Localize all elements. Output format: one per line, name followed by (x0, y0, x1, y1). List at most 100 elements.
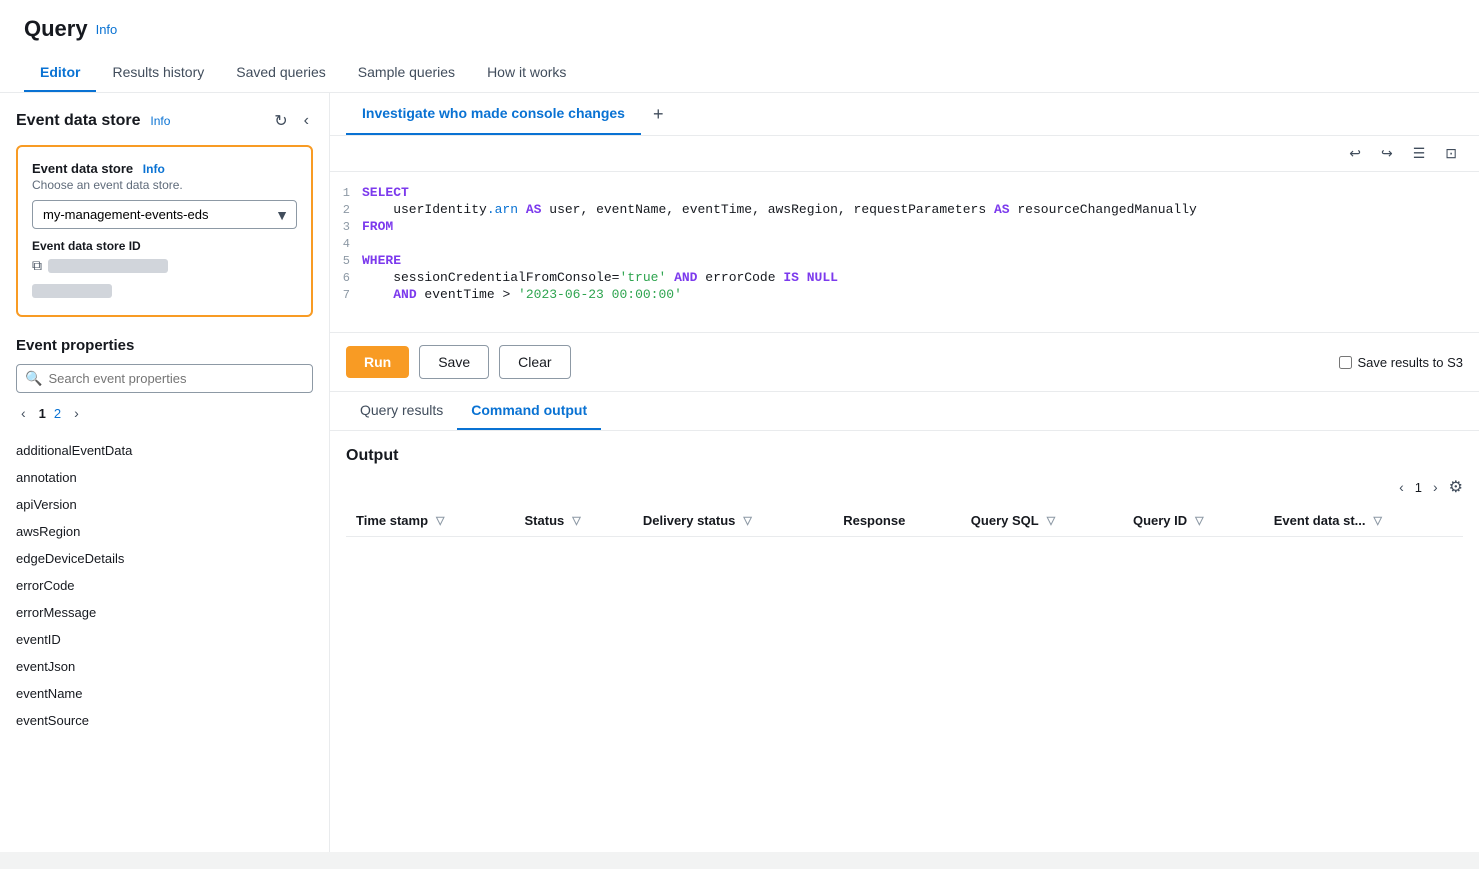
save-results-label: Save results to S3 (1358, 355, 1464, 370)
clear-button[interactable]: Clear (499, 345, 570, 379)
tab-saved-queries[interactable]: Saved queries (220, 54, 342, 92)
tab-editor[interactable]: Editor (24, 54, 96, 92)
col-header-status: Status ▽ (515, 505, 633, 537)
event-store-id-placeholder2 (32, 284, 112, 298)
event-store-id-placeholder (48, 259, 168, 273)
filter-icon[interactable]: ▽ (1047, 514, 1055, 527)
event-store-id-label: Event data store ID (32, 239, 297, 253)
table-next-button[interactable]: › (1428, 477, 1443, 497)
tab-sample-queries[interactable]: Sample queries (342, 54, 471, 92)
main-tabs: Editor Results history Saved queries Sam… (24, 54, 1455, 92)
code-line-2: 2 userIdentity.arn AS user, eventName, e… (330, 201, 1479, 218)
prev-page-button[interactable]: ‹ (16, 403, 31, 423)
output-title: Output (346, 447, 1463, 465)
code-line-1: 1 SELECT (330, 184, 1479, 201)
code-line-6: 6 sessionCredentialFromConsole='true' AN… (330, 269, 1479, 286)
output-tabs: Query results Command output (330, 392, 1479, 431)
event-props-title: Event properties (16, 337, 313, 354)
col-header-timestamp: Time stamp ▽ (346, 505, 515, 537)
undo-button[interactable]: ↩ (1343, 142, 1367, 165)
col-header-delivery-status: Delivery status ▽ (633, 505, 833, 537)
event-store-sublabel: Choose an event data store. (32, 178, 297, 192)
list-item[interactable]: edgeDeviceDetails (16, 545, 313, 572)
copy-id-button[interactable]: ⧉ (32, 257, 42, 274)
tab-query-results[interactable]: Query results (346, 392, 457, 430)
query-tab-active[interactable]: Investigate who made console changes (346, 93, 641, 135)
list-item[interactable]: errorMessage (16, 599, 313, 626)
results-table: Time stamp ▽ Status ▽ De (346, 505, 1463, 537)
main-content: Event data store Info ↻ ‹ Event data sto… (0, 93, 1479, 852)
col-header-event-data-store: Event data st... ▽ (1264, 505, 1463, 537)
filter-icon[interactable]: ▽ (1374, 514, 1382, 527)
event-store-label: Event data store Info (32, 161, 297, 176)
query-tabs: Investigate who made console changes + (330, 93, 1479, 136)
col-header-response: Response (833, 505, 961, 537)
output-area: Output ‹ 1 › ⚙ Time stamp ▽ (330, 431, 1479, 852)
event-props-pagination: ‹ 1 2 › (16, 403, 313, 423)
list-item[interactable]: awsRegion (16, 518, 313, 545)
page-header: Query Info Editor Results history Saved … (0, 0, 1479, 93)
table-prev-button[interactable]: ‹ (1394, 477, 1409, 497)
code-line-3: 3 FROM (330, 218, 1479, 235)
save-results-checkbox[interactable] (1339, 356, 1352, 369)
filter-icon[interactable]: ▽ (1195, 514, 1203, 527)
filter-icon[interactable]: ▽ (436, 514, 444, 527)
search-icon: 🔍 (25, 370, 42, 387)
list-item[interactable]: eventSource (16, 707, 313, 734)
collapse-button[interactable]: ‹ (300, 109, 313, 133)
event-store-section-title: Event data store (16, 112, 140, 129)
col-header-query-sql: Query SQL ▽ (961, 505, 1123, 537)
event-store-box: Event data store Info Choose an event da… (16, 145, 313, 317)
section-icon-buttons: ↻ ‹ (270, 109, 313, 133)
table-pagination: ‹ 1 › ⚙ (346, 477, 1463, 497)
code-line-4: 4 (330, 235, 1479, 252)
tab-results-history[interactable]: Results history (96, 54, 220, 92)
save-button[interactable]: Save (419, 345, 489, 379)
add-query-tab-button[interactable]: + (645, 96, 672, 133)
format-button[interactable]: ☰ (1407, 142, 1432, 165)
code-line-7: 7 AND eventTime > '2023-06-23 00:00:00' (330, 286, 1479, 303)
tab-how-it-works[interactable]: How it works (471, 54, 582, 92)
list-item[interactable]: eventID (16, 626, 313, 653)
gear-settings-button[interactable]: ⚙ (1449, 477, 1463, 497)
next-page-button[interactable]: › (69, 403, 84, 423)
title-text: Query (24, 16, 88, 42)
list-item[interactable]: additionalEventData (16, 437, 313, 464)
page-2[interactable]: 2 (54, 406, 61, 421)
list-item[interactable]: errorCode (16, 572, 313, 599)
event-store-info-link[interactable]: Info (150, 114, 170, 128)
refresh-button[interactable]: ↻ (270, 109, 291, 133)
actions-row: Run Save Clear Save results to S3 (330, 332, 1479, 392)
editor-toolbar: ↩ ↪ ☰ ⊡ (330, 136, 1479, 172)
event-store-select-wrapper: my-management-events-eds ▼ (32, 200, 297, 229)
title-info-link[interactable]: Info (96, 22, 118, 37)
table-header-row: Time stamp ▽ Status ▽ De (346, 505, 1463, 537)
event-store-select[interactable]: my-management-events-eds (32, 200, 297, 229)
info-button[interactable]: ⊡ (1439, 142, 1463, 165)
code-editor[interactable]: 1 SELECT 2 userIdentity.arn AS user, eve… (330, 172, 1479, 332)
run-button[interactable]: Run (346, 346, 409, 378)
redo-button[interactable]: ↪ (1375, 142, 1399, 165)
save-results-s3-row: Save results to S3 (1339, 355, 1464, 370)
page-title: Query Info (24, 16, 1455, 42)
tab-command-output[interactable]: Command output (457, 392, 601, 430)
left-panel: Event data store Info ↻ ‹ Event data sto… (0, 93, 330, 852)
event-store-box-info-link[interactable]: Info (143, 162, 165, 176)
list-item[interactable]: eventName (16, 680, 313, 707)
list-item[interactable]: apiVersion (16, 491, 313, 518)
table-page-num: 1 (1415, 480, 1422, 495)
code-line-5: 5 WHERE (330, 252, 1479, 269)
current-page: 1 (39, 406, 46, 421)
event-store-title-group: Event data store Info (16, 112, 170, 130)
filter-icon[interactable]: ▽ (743, 514, 751, 527)
event-props-search-box: 🔍 (16, 364, 313, 393)
copy-row: ⧉ (32, 257, 297, 274)
event-properties-list: additionalEventData annotation apiVersio… (16, 437, 313, 734)
filter-icon[interactable]: ▽ (572, 514, 580, 527)
list-item[interactable]: eventJson (16, 653, 313, 680)
list-item[interactable]: annotation (16, 464, 313, 491)
event-store-section-header: Event data store Info ↻ ‹ (16, 109, 313, 133)
right-panel: Investigate who made console changes + ↩… (330, 93, 1479, 852)
search-input[interactable] (48, 371, 304, 386)
col-header-query-id: Query ID ▽ (1123, 505, 1264, 537)
